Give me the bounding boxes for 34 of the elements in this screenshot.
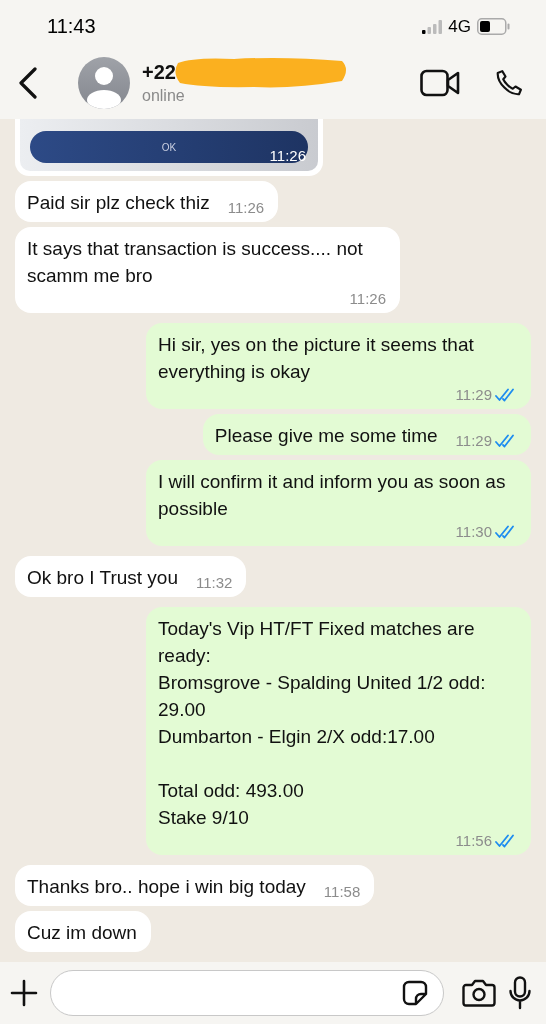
message-text: I will confirm it and inform you as soon as possible [158,470,507,521]
message-time: 11:56 [455,831,492,851]
back-icon[interactable] [18,67,38,99]
phone-icon[interactable] [494,68,524,98]
battery-icon [477,18,510,35]
message-time: 11:58 [323,882,361,902]
status-time: 11:43 [47,15,96,38]
message-time: 11:29 [455,431,492,451]
message-time: 11:26 [269,146,306,166]
avatar-icon[interactable] [78,57,130,109]
image-message-bubble[interactable]: OK 11:26 [15,119,323,176]
message-text: Paid sir plz check thiz [27,191,210,215]
message-text: Cuz im down [27,921,137,945]
microphone-icon[interactable] [508,976,532,1010]
message-text: It says that transaction is success.... not scamm me bro [27,237,364,288]
message-time: 11:29 [455,385,492,405]
contact-name[interactable]: +22 [142,61,176,83]
message-text: Thanks bro.. hope i win big today [27,875,306,899]
signal-icon [422,19,443,34]
camera-icon[interactable] [462,978,496,1008]
message-input-field[interactable] [50,970,444,1016]
message-text: Ok bro I Trust you [27,566,178,590]
sticker-icon[interactable] [401,979,429,1007]
message-time: 11:32 [196,573,233,593]
plus-icon[interactable] [10,979,38,1007]
message-text: Hi sir, yes on the picture it seems that everything is okay [158,333,475,384]
network-label: 4G [448,16,471,37]
message-time: 11:26 [349,289,386,309]
message-text: Please give me some time [214,424,438,448]
message-time: 11:26 [227,198,265,218]
message-time: 11:30 [455,522,492,542]
video-call-icon[interactable] [420,69,460,97]
message-text: Today's Vip HT/FT Fixed matches are ready: Bromsgrove - Spalding United 1/2 odd: 29.00 Dumbarton - Elgin 2/X odd:17.00 Total odd: 493.00 Stake 9/10 [158,617,487,830]
presence-status: online [142,87,186,105]
